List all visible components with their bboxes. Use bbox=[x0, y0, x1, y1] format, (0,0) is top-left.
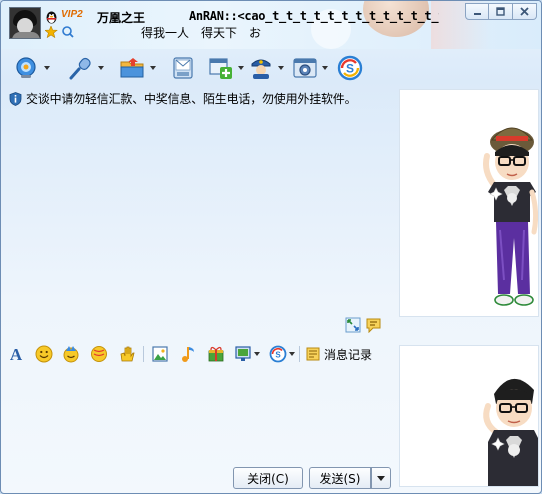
window-controls bbox=[465, 3, 537, 20]
font-icon: A bbox=[10, 345, 23, 363]
gift-icon bbox=[208, 346, 224, 362]
police-icon bbox=[251, 59, 271, 79]
minimize-button[interactable] bbox=[465, 3, 489, 20]
contact-nickname[interactable]: 万凰之王 bbox=[97, 9, 145, 26]
window-header: VIP2 万凰之王 AnRAN::<cao_t_t_t_t_t_t_t_t_t_… bbox=[1, 1, 541, 49]
add-contact-icon bbox=[209, 58, 232, 79]
chevron-down-icon[interactable] bbox=[254, 352, 260, 356]
close-window-button[interactable] bbox=[513, 3, 537, 20]
vip-badge[interactable]: VIP2 bbox=[61, 9, 83, 20]
screenshot-button[interactable] bbox=[234, 344, 260, 364]
music-note-icon bbox=[182, 347, 194, 362]
message-input[interactable] bbox=[5, 368, 397, 462]
gear-window-icon bbox=[293, 58, 317, 78]
magic-face-icon bbox=[63, 346, 79, 363]
message-history-label: 消息记录 bbox=[324, 347, 373, 362]
scribble-face-icon bbox=[91, 346, 107, 362]
video-call-button[interactable] bbox=[13, 54, 50, 82]
chat-window: VIP2 万凰之王 AnRAN::<cao_t_t_t_t_t_t_t_t_t_… bbox=[0, 0, 542, 494]
chevron-down-icon[interactable] bbox=[278, 66, 284, 70]
contact-remark: AnRAN::<cao_t_t_t_t_t_t_t_t_t_t_t_t_t_t_… bbox=[189, 9, 439, 23]
font-button[interactable]: A bbox=[7, 344, 25, 364]
message-display-area[interactable] bbox=[5, 87, 397, 343]
send-image-button[interactable] bbox=[151, 344, 169, 364]
chat-toolbar: S bbox=[1, 51, 541, 85]
send-file-button[interactable] bbox=[119, 54, 156, 82]
gift-button[interactable] bbox=[207, 344, 225, 364]
message-bubble-icon[interactable] bbox=[365, 317, 382, 333]
close-icon bbox=[520, 7, 529, 16]
send-options-button[interactable] bbox=[371, 467, 391, 489]
security-notice: 交谈中请勿轻信汇款、中奖信息、陌生电话，勿使用外挂软件。 bbox=[9, 90, 357, 107]
expand-icon[interactable] bbox=[345, 317, 361, 333]
message-history-button[interactable]: 消息记录 bbox=[305, 344, 372, 364]
send-button[interactable]: 发送(S) bbox=[309, 467, 371, 489]
svg-text:S: S bbox=[346, 62, 354, 76]
create-group-button[interactable] bbox=[207, 54, 244, 82]
shake-window-button[interactable] bbox=[118, 344, 136, 364]
magic-emoticon-button[interactable] bbox=[62, 344, 80, 364]
folder-icon bbox=[120, 58, 144, 78]
webcam-icon bbox=[16, 57, 36, 78]
security-notice-text: 交谈中请勿轻信汇款、中奖信息、陌生电话，勿使用外挂软件。 bbox=[26, 92, 357, 106]
scribble-button[interactable] bbox=[90, 344, 108, 364]
input-toolbar: A S 消息记录 bbox=[1, 341, 397, 367]
toolbar-separator bbox=[299, 346, 300, 362]
contact-avatar[interactable] bbox=[9, 7, 41, 39]
minimize-icon bbox=[473, 13, 481, 15]
contact-signature: 得我一人 得天下 お bbox=[141, 26, 262, 40]
chevron-down-icon[interactable] bbox=[150, 66, 156, 70]
chevron-down-icon[interactable] bbox=[322, 66, 328, 70]
svg-text:A: A bbox=[10, 345, 23, 363]
hand-icon bbox=[120, 346, 135, 362]
chevron-down-icon[interactable] bbox=[289, 352, 295, 356]
emoticon-button[interactable] bbox=[35, 344, 53, 364]
sms-icon bbox=[173, 57, 193, 79]
app-button[interactable] bbox=[247, 54, 284, 82]
microphone-icon bbox=[69, 57, 91, 80]
maximize-icon bbox=[496, 7, 505, 16]
qq-penguin-icon bbox=[46, 11, 57, 24]
my-qq-show-panel bbox=[399, 345, 539, 487]
status-mini-icons bbox=[45, 26, 74, 38]
maximize-button[interactable] bbox=[489, 3, 513, 20]
soso-button[interactable]: S bbox=[337, 54, 363, 82]
qq-show-panel bbox=[399, 89, 539, 317]
soso-icon: S bbox=[337, 55, 363, 81]
voice-call-button[interactable] bbox=[67, 54, 104, 82]
history-icon bbox=[306, 347, 320, 361]
screen-capture-icon bbox=[235, 346, 251, 361]
chevron-down-icon bbox=[377, 475, 385, 481]
smiley-icon bbox=[35, 345, 53, 363]
svg-text:S: S bbox=[275, 351, 281, 360]
soso-search-button[interactable]: S bbox=[269, 344, 295, 364]
chevron-down-icon[interactable] bbox=[98, 66, 104, 70]
close-button[interactable]: 关闭(C) bbox=[233, 467, 303, 489]
chat-area-tools bbox=[345, 317, 382, 333]
toolbar-separator bbox=[143, 346, 144, 362]
qq-show-avatar-self[interactable] bbox=[400, 346, 539, 487]
soso-icon: S bbox=[269, 345, 287, 363]
chevron-down-icon[interactable] bbox=[44, 66, 50, 70]
qq-show-avatar-full[interactable] bbox=[400, 90, 539, 317]
send-sms-button[interactable] bbox=[171, 54, 195, 82]
shield-info-icon bbox=[9, 91, 22, 106]
music-button[interactable] bbox=[179, 344, 197, 364]
chevron-down-icon[interactable] bbox=[238, 66, 244, 70]
settings-button[interactable] bbox=[291, 54, 328, 82]
picture-icon bbox=[152, 346, 168, 362]
